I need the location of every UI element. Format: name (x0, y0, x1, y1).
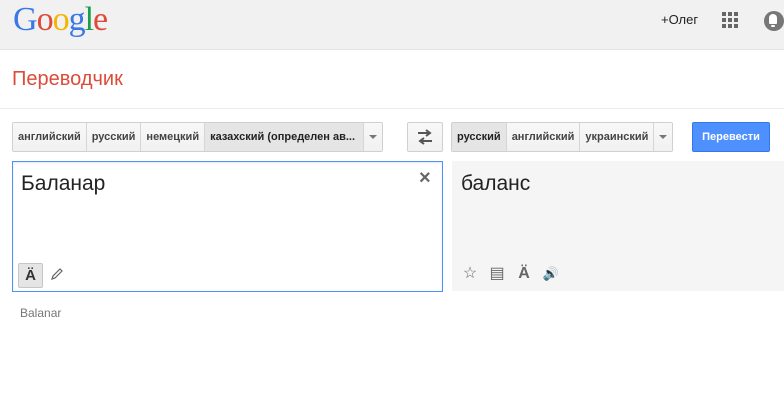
source-lang-kazakh-detected[interactable]: казахский (определен ав... (205, 123, 365, 151)
user-profile-link[interactable]: +Олег (661, 12, 698, 27)
speaker-icon[interactable]: 🔊 (542, 265, 560, 283)
apps-grid-icon[interactable] (722, 12, 738, 28)
top-bar: Google +Олег (0, 0, 784, 50)
clear-icon[interactable]: × (419, 168, 431, 188)
logo-letter: o (36, 1, 54, 38)
keyboard-icon[interactable]: Ä (18, 263, 43, 288)
logo-letter: g (68, 1, 86, 38)
phrasebook-icon[interactable]: ▤ (488, 265, 506, 283)
translate-button[interactable]: Перевести (692, 122, 770, 152)
source-text-area[interactable]: Баланар × Ä (12, 161, 443, 292)
translation-toolbar: ☆ ▤ Ä 🔊 (461, 265, 560, 283)
transliteration-text: Balanar (20, 306, 62, 320)
logo-letter: l (84, 1, 95, 38)
divider (0, 108, 784, 109)
translation-output-area: баланс ☆ ▤ Ä 🔊 (452, 161, 784, 291)
bell-icon[interactable] (764, 11, 784, 31)
logo-letter: G (13, 1, 38, 38)
source-text[interactable]: Баланар (21, 172, 105, 196)
swap-languages-button[interactable] (407, 122, 443, 152)
target-lang-russian[interactable]: русский (452, 123, 507, 151)
star-icon[interactable]: ☆ (461, 265, 479, 283)
source-lang-german[interactable]: немецкий (141, 123, 206, 151)
keyboard-icon[interactable]: Ä (515, 265, 533, 283)
google-logo[interactable]: Google (13, 1, 108, 39)
logo-letter: o (52, 1, 70, 38)
logo-letter: e (93, 1, 108, 38)
target-lang-ukrainian[interactable]: украинский (580, 123, 655, 151)
pencil-icon[interactable] (49, 266, 65, 282)
source-lang-english[interactable]: английский (13, 123, 87, 151)
page-title: Переводчик (12, 68, 123, 90)
source-lang-dropdown-chevron-icon[interactable] (364, 123, 383, 151)
source-language-bar: английский русский немецкий казахский (о… (12, 122, 384, 152)
swap-arrows-icon (418, 129, 432, 145)
source-lang-russian[interactable]: русский (86, 123, 142, 151)
translation-text: баланс (461, 172, 531, 195)
target-language-bar: русский английский украинский (451, 122, 674, 152)
target-lang-english[interactable]: английский (506, 123, 581, 151)
target-lang-dropdown-chevron-icon[interactable] (654, 123, 673, 151)
